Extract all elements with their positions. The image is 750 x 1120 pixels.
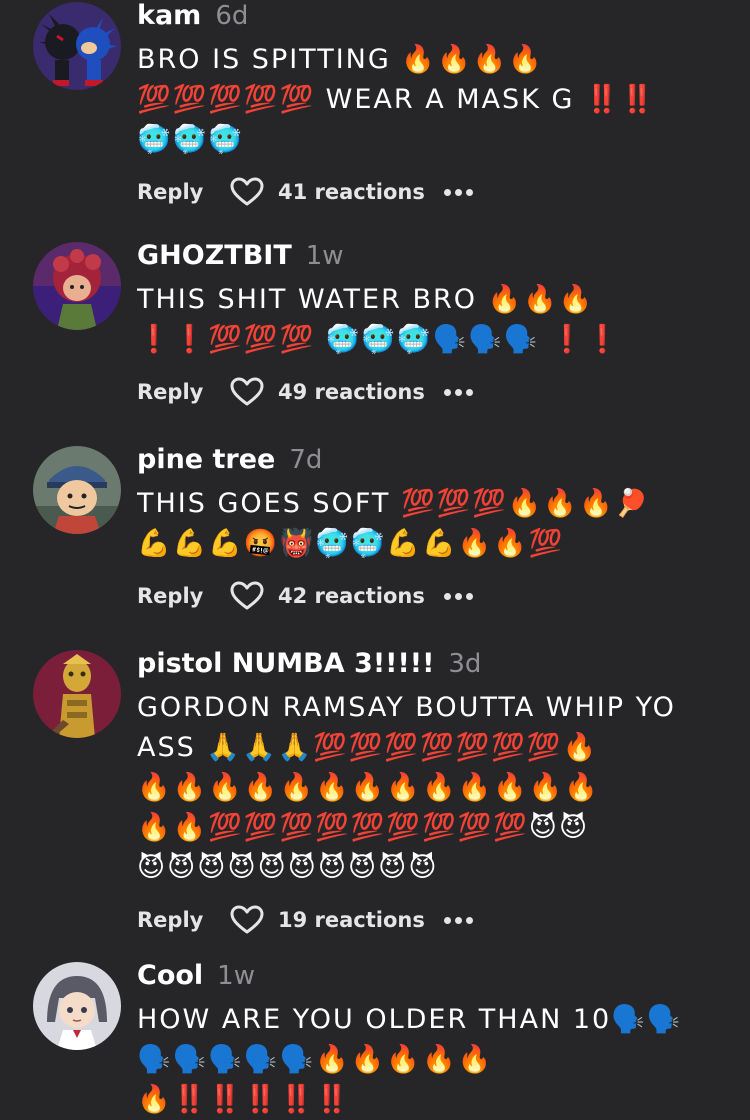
reply-button[interactable]: Reply (137, 380, 230, 404)
heart-icon[interactable] (230, 581, 264, 611)
comment-text-line: 🔥‼️‼️‼️‼️‼️ (137, 1084, 351, 1115)
comment-text: THIS GOES SOFT 💯💯💯🔥🔥🔥🏓 💪💪💪🤬👹🥶🥶💪💪🔥🔥💯 (137, 484, 730, 564)
comment-text-line: 🔥🔥💯💯💯💯💯💯💯💯💯😈😈 (137, 812, 590, 843)
comment-text-line: 😈😈😈😈😈😈😈😈😈😈 (137, 852, 439, 883)
comment-time: 7d (289, 445, 323, 475)
heart-icon[interactable] (230, 177, 264, 207)
avatar[interactable] (33, 242, 121, 330)
more-options-icon[interactable] (444, 592, 473, 600)
comment-text-line: 🥶🥶🥶 (137, 124, 244, 155)
comment-text-line: THIS GOES SOFT 💯💯💯🔥🔥🔥🏓 (137, 488, 651, 519)
comment-text: BRO IS SPITTING 🔥🔥🔥🔥 💯💯💯💯💯 WEAR A MASK G… (137, 40, 730, 160)
comment-time: 3d (448, 649, 482, 679)
reply-button[interactable]: Reply (137, 180, 230, 204)
comment-text: THIS SHIT WATER BRO 🔥🔥🔥 ❗❗💯💯💯 🥶🥶🥶🗣️🗣️🗣️ … (137, 280, 730, 360)
avatar[interactable] (33, 446, 121, 534)
comment-text-line: GORDON RAMSAY BOUTTA WHIP YO (137, 692, 676, 723)
anime-girl-avatar-icon (33, 962, 121, 1050)
comment-text-line: ❗❗💯💯💯 🥶🥶🥶🗣️🗣️🗣️ ❗❗ (137, 324, 622, 355)
avatar[interactable] (33, 650, 121, 738)
reply-button[interactable]: Reply (137, 908, 230, 932)
comment-text-line: 💪💪💪🤬👹🥶🥶💪💪🔥🔥💯 (137, 528, 565, 559)
comment-text-line: THIS SHIT WATER BRO 🔥🔥🔥 (137, 284, 595, 315)
comment-time: 1w (217, 961, 255, 991)
comment-username[interactable]: kam (137, 0, 201, 31)
comment-actions: Reply 41 reactions (137, 172, 730, 212)
comment-text-line: BRO IS SPITTING 🔥🔥🔥🔥 (137, 44, 544, 75)
comment-time: 6d (215, 1, 249, 31)
avatar[interactable] (33, 2, 121, 90)
comment-text-line: ASS 🙏🙏🙏💯💯💯💯💯💯💯🔥 (137, 732, 599, 763)
comment-actions: Reply 42 reactions (137, 576, 730, 616)
comment-username[interactable]: pistol NUMBA 3!!!!! (137, 648, 434, 679)
comment-text-line: HOW ARE YOU OLDER THAN 10🗣️🗣️ (137, 1004, 683, 1035)
comment-username[interactable]: GHOZTBIT (137, 240, 292, 271)
comment-text-line: 💯💯💯💯💯 WEAR A MASK G ‼️‼️ (137, 84, 657, 115)
comment-username[interactable]: pine tree (137, 444, 275, 475)
red-hair-character-avatar-icon (33, 242, 121, 330)
comment-text-line: 🔥🔥🔥🔥🔥🔥🔥🔥🔥🔥🔥🔥🔥 (137, 772, 601, 803)
comment-text: HOW ARE YOU OLDER THAN 10🗣️🗣️ 🗣️🗣️🗣️🗣️🗣️… (137, 1000, 730, 1120)
comment-actions: Reply 49 reactions (137, 372, 730, 412)
reactions-count[interactable]: 41 reactions (278, 180, 444, 204)
cartoon-boy-avatar-icon (33, 446, 121, 534)
comment-actions: Reply 19 reactions (137, 900, 730, 940)
sonic-shadow-avatar-icon (33, 2, 121, 90)
more-options-icon[interactable] (444, 188, 473, 196)
heart-icon[interactable] (230, 377, 264, 407)
comment-time: 1w (305, 241, 344, 271)
comment-text: GORDON RAMSAY BOUTTA WHIP YO ASS 🙏🙏🙏💯💯💯💯… (137, 688, 730, 888)
reactions-count[interactable]: 19 reactions (278, 908, 444, 932)
more-options-icon[interactable] (444, 916, 473, 924)
reactions-count[interactable]: 42 reactions (278, 584, 444, 608)
reply-button[interactable]: Reply (137, 584, 230, 608)
more-options-icon[interactable] (444, 388, 473, 396)
reactions-count[interactable]: 49 reactions (278, 380, 444, 404)
heart-icon[interactable] (230, 905, 264, 935)
gold-jojo-stand-avatar-icon (33, 650, 121, 738)
comment-username[interactable]: Cool (137, 960, 203, 991)
avatar[interactable] (33, 962, 121, 1050)
comment-text-line: 🗣️🗣️🗣️🗣️🗣️🔥🔥🔥🔥🔥 (137, 1044, 494, 1075)
